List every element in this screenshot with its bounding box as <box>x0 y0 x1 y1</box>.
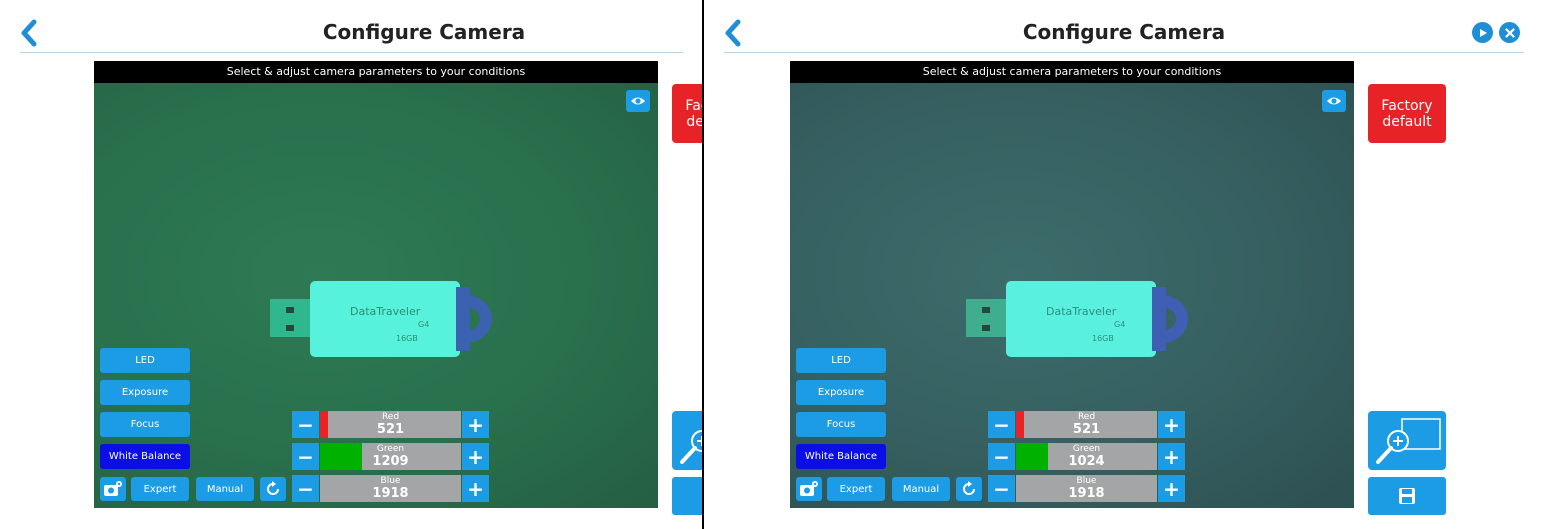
header: Configure Camera <box>0 0 703 54</box>
white-balance-button[interactable]: White Balance <box>796 444 886 469</box>
page-title: Configure Camera <box>1022 20 1226 44</box>
eye-icon <box>631 97 645 105</box>
red-decrease-button[interactable]: − <box>988 411 1015 438</box>
green-track[interactable]: Green 1209 <box>320 443 461 470</box>
reset-button[interactable] <box>956 477 982 501</box>
focus-button[interactable]: Focus <box>796 412 886 437</box>
camera-settings-button[interactable] <box>796 477 822 501</box>
focus-button[interactable]: Focus <box>100 412 190 437</box>
green-increase-button[interactable]: + <box>462 443 489 470</box>
page-title: Configure Camera <box>322 20 526 44</box>
usb-drive-image: DataTraveler G4 16GB <box>966 281 1188 357</box>
header-actions <box>1472 22 1520 43</box>
blue-gain-slider[interactable]: − Blue 1918 + <box>988 475 1185 502</box>
blue-gain-slider[interactable]: − Blue 1918 + <box>292 475 489 502</box>
reset-button[interactable] <box>260 477 286 501</box>
usb-model: G4 <box>1114 320 1125 329</box>
instruction-bar: Select & adjust camera parameters to you… <box>790 61 1354 83</box>
blue-label: Blue <box>380 476 401 486</box>
camera-config-panel-right: Configure Camera Select & adjust camera … <box>704 0 1544 529</box>
camera-feed: DataTraveler G4 16GB LED Exposure Focus … <box>94 83 658 508</box>
camera-gear-icon <box>104 481 122 496</box>
play-circle-icon <box>1479 28 1487 37</box>
red-value: 521 <box>1072 422 1101 437</box>
led-button[interactable]: LED <box>100 348 190 373</box>
blue-decrease-button[interactable]: − <box>292 475 319 502</box>
camera-view: Select & adjust camera parameters to you… <box>790 61 1354 508</box>
close-button[interactable] <box>1499 22 1520 43</box>
red-label: Red <box>1077 412 1096 422</box>
green-gain-slider[interactable]: − Green 1024 + <box>988 443 1185 470</box>
close-circle-icon <box>1504 27 1515 38</box>
blue-value: 1918 <box>1068 486 1105 501</box>
manual-button[interactable]: Manual <box>892 477 950 501</box>
green-decrease-button[interactable]: − <box>988 443 1015 470</box>
blue-increase-button[interactable]: + <box>462 475 489 502</box>
usb-model: G4 <box>418 320 429 329</box>
exposure-button[interactable]: Exposure <box>100 380 190 405</box>
floppy-disk-icon <box>1399 488 1415 504</box>
expert-button[interactable]: Expert <box>827 477 885 501</box>
zoom-in-icon <box>1376 418 1441 464</box>
green-decrease-button[interactable]: − <box>292 443 319 470</box>
red-decrease-button[interactable]: − <box>292 411 319 438</box>
preview-toggle-button[interactable] <box>626 90 650 112</box>
camera-settings-button[interactable] <box>100 477 126 501</box>
blue-track[interactable]: Blue 1918 <box>320 475 461 502</box>
red-increase-button[interactable]: + <box>462 411 489 438</box>
red-increase-button[interactable]: + <box>1158 411 1185 438</box>
green-gain-slider[interactable]: − Green 1209 + <box>292 443 489 470</box>
green-label: Green <box>376 444 405 454</box>
zoom-in-icon <box>680 430 703 464</box>
camera-config-panel-left: Configure Camera Select & adjust camera … <box>0 0 703 529</box>
panel-divider <box>702 0 704 529</box>
red-gain-slider[interactable]: − Red 521 + <box>292 411 489 438</box>
blue-decrease-button[interactable]: − <box>988 475 1015 502</box>
factory-default-button[interactable]: Factory default <box>1368 84 1446 143</box>
preview-toggle-button[interactable] <box>1322 90 1346 112</box>
red-label: Red <box>381 412 400 422</box>
header-divider <box>724 52 1524 53</box>
camera-feed: DataTraveler G4 16GB LED Exposure Focus … <box>790 83 1354 508</box>
blue-track[interactable]: Blue 1918 <box>1016 475 1157 502</box>
usb-drive-image: DataTraveler G4 16GB <box>270 281 492 357</box>
save-button[interactable] <box>1368 477 1446 515</box>
white-balance-button[interactable]: White Balance <box>100 444 190 469</box>
header-divider <box>20 52 683 53</box>
manual-button[interactable]: Manual <box>196 477 254 501</box>
instruction-bar: Select & adjust camera parameters to you… <box>94 61 658 83</box>
green-label: Green <box>1072 444 1101 454</box>
red-track[interactable]: Red 521 <box>1016 411 1157 438</box>
camera-view: Select & adjust camera parameters to you… <box>94 61 658 508</box>
usb-brand: DataTraveler <box>350 305 421 318</box>
next-button[interactable] <box>1472 22 1493 43</box>
red-track[interactable]: Red 521 <box>320 411 461 438</box>
green-increase-button[interactable]: + <box>1158 443 1185 470</box>
green-track[interactable]: Green 1024 <box>1016 443 1157 470</box>
expert-button[interactable]: Expert <box>131 477 189 501</box>
refresh-icon <box>963 481 975 495</box>
zoom-region-button[interactable] <box>672 411 703 470</box>
factory-default-button[interactable]: Factory default <box>672 84 703 143</box>
save-button[interactable] <box>672 477 703 515</box>
eye-icon <box>1327 97 1341 105</box>
led-button[interactable]: LED <box>796 348 886 373</box>
usb-capacity: 16GB <box>396 334 418 343</box>
usb-capacity: 16GB <box>1092 334 1114 343</box>
usb-brand: DataTraveler <box>1046 305 1117 318</box>
zoom-region-button[interactable] <box>1368 411 1446 470</box>
blue-label: Blue <box>1076 476 1097 486</box>
exposure-button[interactable]: Exposure <box>796 380 886 405</box>
green-value: 1209 <box>372 454 409 469</box>
header: Configure Camera <box>704 0 1544 54</box>
blue-value: 1918 <box>372 486 409 501</box>
refresh-icon <box>267 481 279 495</box>
blue-increase-button[interactable]: + <box>1158 475 1185 502</box>
red-value: 521 <box>376 422 405 437</box>
green-value: 1024 <box>1068 454 1105 469</box>
red-gain-slider[interactable]: − Red 521 + <box>988 411 1185 438</box>
camera-gear-icon <box>800 481 818 496</box>
